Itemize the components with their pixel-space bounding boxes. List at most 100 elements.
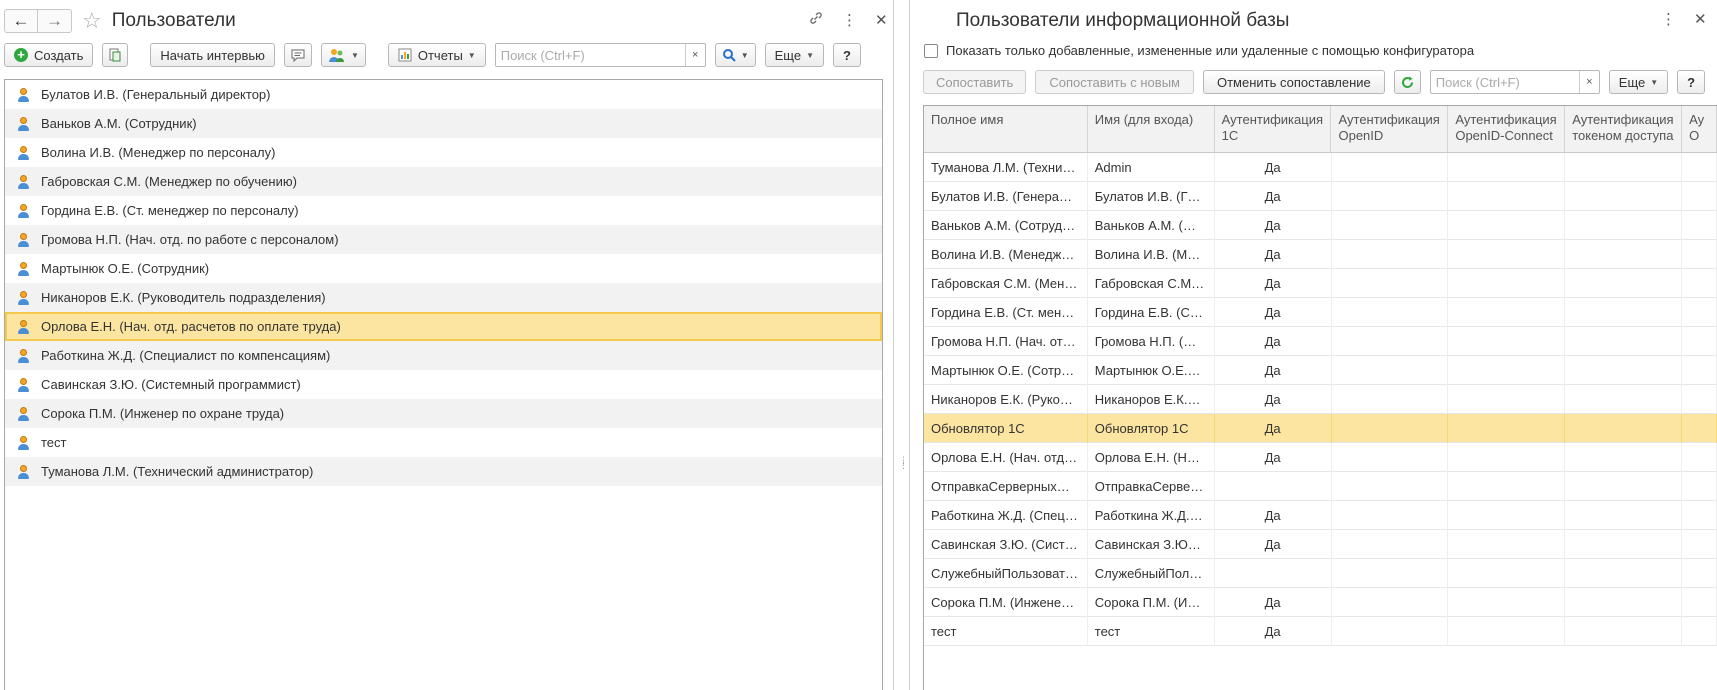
link-icon[interactable] [808, 10, 824, 30]
match-button[interactable]: Сопоставить [923, 70, 1027, 94]
table-row[interactable]: Орлова Е.Н. (Нач. отд… Орлова Е.Н. (Н… Да [924, 442, 1717, 472]
copy-button[interactable] [102, 43, 129, 67]
list-item-label: Булатов И.В. (Генеральный директор) [41, 87, 271, 102]
list-item[interactable]: Булатов И.В. (Генеральный директор) [5, 80, 882, 109]
column-header[interactable]: Имя (для входа) [1088, 106, 1215, 152]
create-button[interactable]: + Создать [4, 43, 94, 67]
table-cell [1448, 558, 1566, 588]
more-button[interactable]: Еще ▼ [764, 43, 825, 67]
table-row[interactable]: Ваньков А.М. (Сотруд… Ваньков А.М. (… Да [924, 210, 1717, 240]
list-item-label: Работкина Ж.Д. (Специалист по компенсаци… [41, 348, 331, 363]
table-row[interactable]: Волина И.В. (Менедж… Волина И.В. (М… Да [924, 239, 1717, 269]
table-row[interactable]: СлужебныйПользоват… СлужебныйПол… [924, 558, 1717, 588]
arrow-left-icon: ← [12, 11, 30, 30]
back-button[interactable]: ← [4, 9, 38, 33]
panel-splitter[interactable]: ⋮ ⋮ [890, 0, 913, 690]
list-item[interactable]: Волина И.В. (Менеджер по персоналу) [5, 138, 882, 167]
table-header: Полное имя Имя (для входа) Аутентификация … [924, 106, 1717, 153]
column-header[interactable]: Ау О [1682, 106, 1717, 152]
users-search-input[interactable] [495, 44, 685, 66]
table-row[interactable]: Туманова Л.М. (Техни… Admin Да [924, 152, 1717, 182]
list-item[interactable]: Мартынюк О.Е. (Сотрудник) [5, 254, 882, 283]
table-cell [1215, 558, 1332, 588]
table-row[interactable]: Гордина Е.В. (Ст. мен… Гордина Е.В. (С… Да [924, 297, 1717, 327]
table-cell [1682, 384, 1717, 414]
list-item[interactable]: Работкина Ж.Д. (Специалист по компенсаци… [5, 341, 882, 370]
list-item[interactable]: Ваньков А.М. (Сотрудник) [5, 109, 882, 138]
table-cell: Савинская З.Ю… [1088, 529, 1215, 559]
list-item[interactable]: Орлова Е.Н. (Нач. отд. расчетов по оплат… [5, 312, 882, 341]
list-item-label: Ваньков А.М. (Сотрудник) [41, 116, 197, 131]
table-cell: Да [1215, 587, 1332, 617]
column-header[interactable]: Аутентификация OpenID-Connect [1448, 106, 1566, 152]
users-group-button[interactable]: ▼ [320, 43, 366, 67]
list-item[interactable]: Габровская С.М. (Менеджер по обучению) [5, 167, 882, 196]
table-row[interactable]: Булатов И.В. (Генера… Булатов И.В. (Г… Да [924, 181, 1717, 211]
reports-button[interactable]: Отчеты ▼ [387, 43, 486, 67]
close-icon[interactable]: ✕ [1694, 10, 1707, 28]
more-button[interactable]: Еще ▼ [1608, 70, 1669, 94]
refresh-button[interactable] [1393, 70, 1421, 94]
report-icon [398, 48, 412, 62]
checkbox-label: Показать только добавленные, измененные … [946, 43, 1475, 58]
comment-button[interactable] [283, 43, 312, 67]
list-item[interactable]: Туманова Л.М. (Технический администратор… [5, 457, 882, 486]
column-header[interactable]: Аутентификация OpenID [1331, 106, 1449, 152]
table-cell: Громова Н.П. (Нач. от… [924, 326, 1088, 356]
more-vertical-icon[interactable]: ⋮ [1661, 10, 1676, 28]
table-cell [1448, 384, 1566, 414]
list-item[interactable]: Сорока П.М. (Инженер по охране труда) [5, 399, 882, 428]
user-icon [15, 290, 31, 306]
column-header[interactable]: Аутентификация токеном доступа [1565, 106, 1683, 152]
show-changed-only-checkbox[interactable]: Показать только добавленные, измененные … [924, 43, 1474, 58]
more-vertical-icon[interactable]: ⋮ [842, 11, 857, 29]
list-item[interactable]: Никаноров Е.К. (Руководитель подразделен… [5, 283, 882, 312]
table-cell [1682, 471, 1717, 501]
clear-search-icon[interactable]: × [684, 44, 705, 66]
table-row[interactable]: Громова Н.П. (Нач. от… Громова Н.П. (… Да [924, 326, 1717, 356]
chevron-down-icon: ▼ [350, 50, 359, 60]
table-cell [1332, 239, 1449, 269]
table-row[interactable]: Никаноров Е.К. (Руко… Никаноров Е.К.… Да [924, 384, 1717, 414]
users-titlebar: ← → ☆ Пользователи [4, 6, 236, 36]
table-cell: Да [1215, 500, 1332, 530]
list-item[interactable]: Громова Н.П. (Нач. отд. по работе с перс… [5, 225, 882, 254]
cancel-match-button[interactable]: Отменить сопоставление [1202, 70, 1385, 94]
table-row[interactable]: ОтправкаСерверныхО… ОтправкаСерве… [924, 471, 1717, 501]
table-row[interactable]: Габровская С.М. (Мен… Габровская С.М… Да [924, 268, 1717, 298]
close-icon[interactable]: ✕ [875, 11, 888, 29]
table-row[interactable]: тест тест Да [924, 616, 1717, 646]
table-row[interactable]: Савинская З.Ю. (Сист… Савинская З.Ю… Да [924, 529, 1717, 559]
list-item[interactable]: Савинская З.Ю. (Системный программист) [5, 370, 882, 399]
table-cell: Да [1215, 442, 1332, 472]
users-search-field[interactable]: × [494, 43, 706, 67]
column-header[interactable]: Полное имя [924, 106, 1088, 152]
table-cell [1682, 500, 1717, 530]
table-cell: Орлова Е.Н. (Нач. отд… [924, 442, 1088, 472]
favorite-star-icon[interactable]: ☆ [82, 8, 102, 34]
list-item[interactable]: тест [5, 428, 882, 457]
table-row[interactable]: Сорока П.М. (Инжене… Сорока П.М. (И… Да [924, 587, 1717, 617]
table-row[interactable]: Обновлятор 1С Обновлятор 1С Да [924, 413, 1717, 443]
list-item[interactable]: Гордина Е.В. (Ст. менеджер по персоналу) [5, 196, 882, 225]
list-item-label: Гордина Е.В. (Ст. менеджер по персоналу) [41, 203, 299, 218]
table-cell [1448, 181, 1566, 211]
infobase-search-field[interactable]: × [1429, 70, 1600, 94]
match-new-button[interactable]: Сопоставить с новым [1035, 70, 1194, 94]
table-row[interactable]: Мартынюк О.Е. (Сотр… Мартынюк О.Е.… Да [924, 355, 1717, 385]
forward-button[interactable]: → [38, 9, 72, 33]
table-cell [1448, 355, 1566, 385]
search-options-button[interactable]: ▼ [714, 43, 756, 67]
splitter-grip-icon[interactable]: ⋮ ⋮ [899, 456, 908, 478]
table-cell: Да [1215, 152, 1332, 182]
checkbox-box[interactable] [924, 43, 938, 58]
infobase-search-input[interactable] [1430, 71, 1579, 93]
table-body: Туманова Л.М. (Техни… Admin Да Булатов И.В.… [924, 152, 1717, 646]
start-interview-button[interactable]: Начать интервью [150, 43, 275, 67]
help-button[interactable]: ? [1677, 70, 1706, 94]
table-row[interactable]: Работкина Ж.Д. (Спец… Работкина Ж.Д.… Да [924, 500, 1717, 530]
clear-search-icon[interactable]: × [1578, 71, 1599, 93]
table-cell [1565, 181, 1683, 211]
column-header[interactable]: Аутентификация 1С [1215, 106, 1332, 152]
help-button[interactable]: ? [833, 43, 861, 67]
